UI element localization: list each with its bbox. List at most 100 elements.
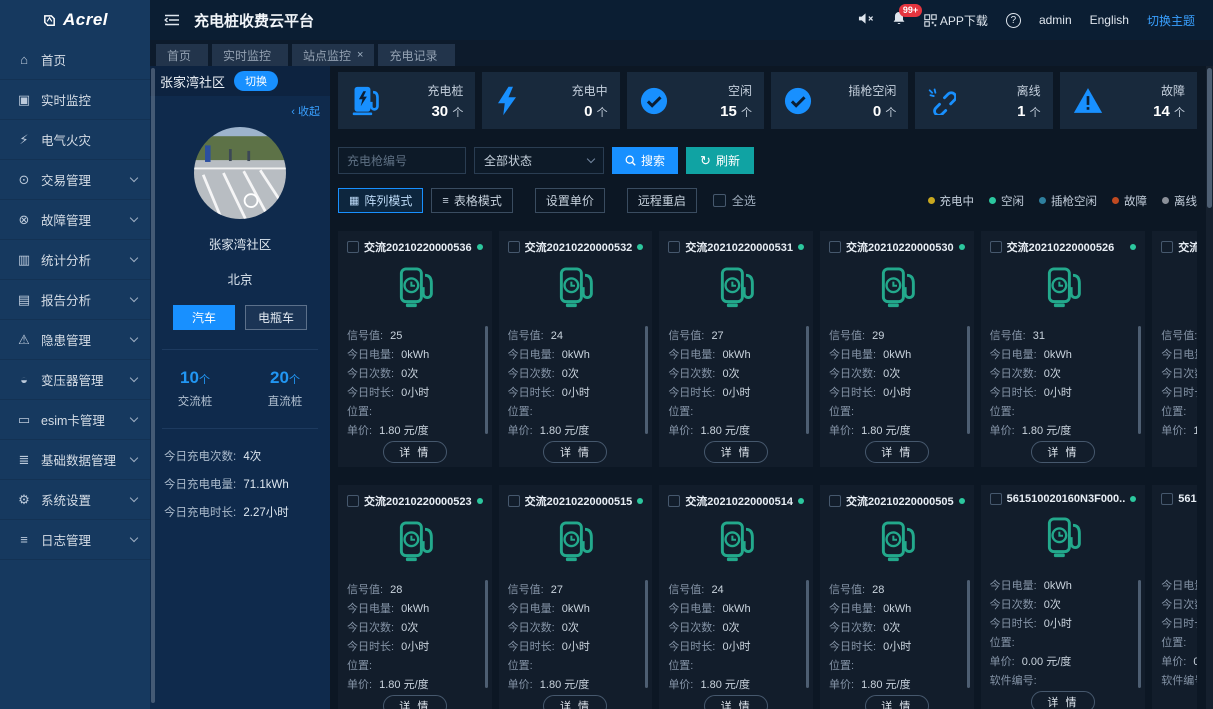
- language-switch[interactable]: English: [1090, 13, 1129, 27]
- charger-checkbox[interactable]: [989, 241, 1002, 253]
- detail-button[interactable]: 详 情: [704, 695, 769, 709]
- status-dot: [989, 197, 996, 204]
- detail-button[interactable]: 详 情: [1030, 441, 1095, 463]
- menu-fold-icon[interactable]: [164, 13, 180, 27]
- charging-pile-icon: [1043, 516, 1083, 560]
- charger-checkbox[interactable]: [347, 241, 359, 253]
- charger-card-header: 交流20210220000524: [1161, 239, 1197, 255]
- charger-field: 单价: 1.80 元/度: [828, 679, 911, 691]
- card-scrollbar[interactable]: [805, 326, 809, 434]
- charger-field: 今日时长: 0小时: [828, 387, 912, 399]
- sidebar-item[interactable]: ≣ 基础数据管理: [0, 440, 150, 480]
- card-scrollbar[interactable]: [484, 580, 488, 688]
- stat-card-text: 插枪空闲 0 个: [848, 82, 896, 120]
- user-menu[interactable]: admin: [1039, 13, 1072, 27]
- tab[interactable]: 实时监控: [212, 44, 289, 66]
- detail-button[interactable]: 详 情: [543, 441, 608, 463]
- sidebar-item[interactable]: ▥ 统计分析: [0, 240, 150, 280]
- sidebar-item[interactable]: ▭ esim卡管理: [0, 400, 150, 440]
- detail-button[interactable]: 详 情: [543, 695, 608, 709]
- detail-button[interactable]: 详 情: [382, 695, 447, 709]
- charger-checkbox[interactable]: [507, 241, 520, 253]
- status-select[interactable]: 全部状态: [474, 147, 604, 174]
- legend-label: 离线: [1174, 195, 1197, 208]
- panel-scrollbar[interactable]: [151, 68, 155, 703]
- status-dot: [1162, 197, 1169, 204]
- charger-checkbox[interactable]: [828, 241, 841, 253]
- remote-restart-button[interactable]: 远程重启: [626, 188, 697, 213]
- sidebar-item[interactable]: ⚡ 电气火灾: [0, 120, 150, 160]
- charger-checkbox[interactable]: [668, 241, 681, 253]
- tab[interactable]: 充电记录: [378, 44, 455, 66]
- charging-pile-icon: [352, 86, 379, 115]
- switch-station-button[interactable]: 切换: [234, 71, 279, 91]
- card-scrollbar[interactable]: [1138, 326, 1142, 434]
- stat-card: 空闲 15 个: [626, 72, 764, 129]
- app-download-link[interactable]: APP下载: [924, 12, 988, 29]
- stat-card-value: 14 个: [1153, 102, 1185, 120]
- card-scrollbar[interactable]: [645, 326, 649, 434]
- page-scrollbar-thumb[interactable]: [1207, 68, 1212, 208]
- select-all-checkbox[interactable]: 全选: [712, 192, 756, 209]
- detail-button[interactable]: 详 情: [1030, 691, 1095, 709]
- station-photo: [194, 127, 286, 219]
- charger-field: 位置:: [668, 406, 694, 418]
- sidebar-item-label: 报告分析: [41, 294, 92, 308]
- tab-close-icon[interactable]: ×: [357, 49, 363, 61]
- charger-field: 位置:: [828, 406, 855, 418]
- grid-mode-button[interactable]: ▦ 阵列模式: [338, 188, 424, 213]
- notification-bell-icon[interactable]: 99+: [892, 4, 923, 29]
- gun-number-input[interactable]: [338, 147, 466, 174]
- vehicle-ebike-button[interactable]: 电瓶车: [245, 305, 307, 330]
- card-scrollbar[interactable]: [966, 326, 970, 434]
- stat-card-text: 空闲 15 个: [720, 82, 752, 120]
- table-mode-button[interactable]: ≡ 表格模式: [431, 188, 513, 213]
- fault-icon: ⊗: [18, 211, 30, 227]
- detail-button[interactable]: 详 情: [864, 695, 929, 709]
- card-scrollbar[interactable]: [484, 326, 488, 434]
- sidebar-item[interactable]: ⊙ 交易管理: [0, 160, 150, 200]
- sidebar-item[interactable]: ◒ 变压器管理: [0, 360, 150, 400]
- charging-pile-icon: [555, 266, 595, 310]
- charger-checkbox[interactable]: [1161, 241, 1174, 253]
- detail-button[interactable]: 详 情: [864, 441, 929, 463]
- sidebar-item[interactable]: ▤ 报告分析: [0, 280, 150, 320]
- card-scrollbar[interactable]: [966, 580, 970, 688]
- refresh-button[interactable]: ↻ 刷新: [686, 147, 754, 174]
- charging-pile-icon: [395, 266, 435, 310]
- chevron-down-icon: [129, 453, 139, 463]
- vehicle-car-button[interactable]: 汽车: [173, 305, 235, 330]
- charger-checkbox[interactable]: [347, 495, 359, 507]
- help-icon[interactable]: ?: [1005, 12, 1021, 28]
- card-scrollbar[interactable]: [645, 580, 649, 688]
- charger-checkbox[interactable]: [1161, 493, 1174, 505]
- charging-pile-icon: [716, 520, 756, 564]
- sidebar-item[interactable]: ⚠ 隐患管理: [0, 320, 150, 360]
- sidebar-item[interactable]: ⌂ 首页: [0, 40, 150, 80]
- tab[interactable]: 站点监控 ×: [292, 44, 375, 66]
- sidebar-item[interactable]: ⚙ 系统设置: [0, 480, 150, 520]
- collapse-panel-link[interactable]: ‹ 收起: [150, 96, 330, 119]
- charger-field: 软件编号:: [989, 675, 1037, 687]
- search-button[interactable]: 搜索: [612, 147, 678, 174]
- legend-item: 插枪空闲: [1039, 193, 1097, 209]
- set-price-button[interactable]: 设置单价: [534, 188, 605, 213]
- detail-button[interactable]: 详 情: [382, 441, 447, 463]
- charger-card: 交流20210220000524: [1152, 231, 1197, 467]
- detail-button[interactable]: 详 情: [704, 441, 769, 463]
- charger-checkbox[interactable]: [668, 495, 681, 507]
- tab[interactable]: 首页: [156, 44, 209, 66]
- sidebar-item[interactable]: ≡ 日志管理: [0, 520, 150, 560]
- charger-checkbox[interactable]: [507, 495, 520, 507]
- mute-icon[interactable]: [858, 12, 874, 28]
- card-scrollbar[interactable]: [805, 580, 809, 688]
- sidebar-item[interactable]: ▣ 实时监控: [0, 80, 150, 120]
- tab-label: 站点监控: [303, 48, 352, 63]
- card-scrollbar[interactable]: [1138, 580, 1142, 688]
- station-city: 北京: [227, 273, 253, 287]
- charger-field: 单价: 0.00 元/度: [989, 656, 1072, 668]
- theme-switch-link[interactable]: 切换主题: [1147, 12, 1195, 29]
- sidebar-item[interactable]: ⊗ 故障管理: [0, 200, 150, 240]
- charger-checkbox[interactable]: [989, 493, 1002, 505]
- charger-checkbox[interactable]: [828, 495, 841, 507]
